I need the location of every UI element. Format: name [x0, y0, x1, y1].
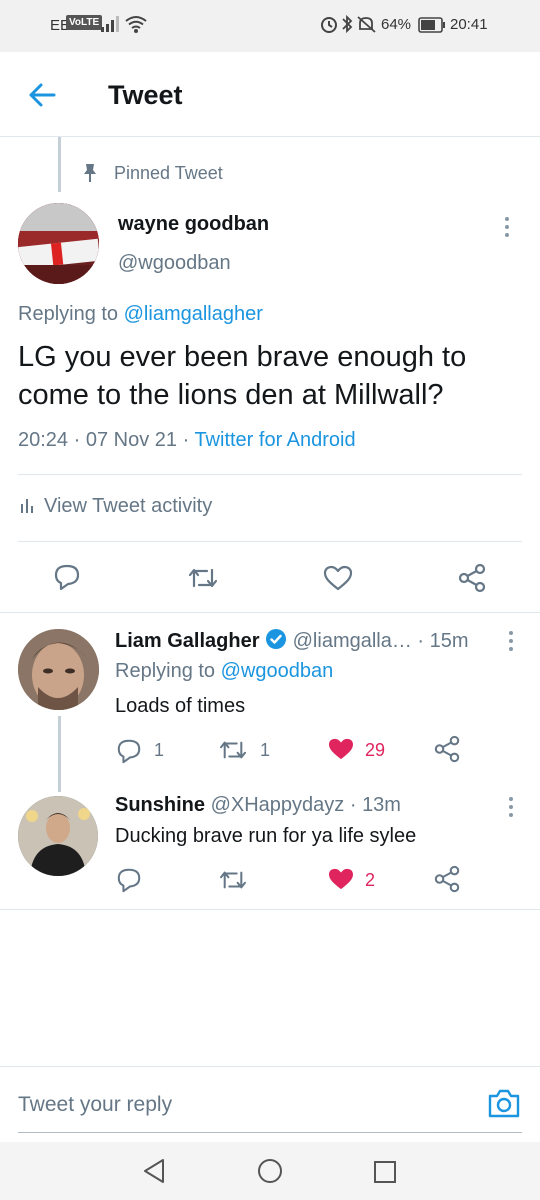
retweet-count: 1: [260, 740, 271, 760]
view-activity-button[interactable]: View Tweet activity: [20, 495, 212, 518]
avatar[interactable]: [18, 203, 99, 284]
reply-text: Ducking brave run for ya life sylee: [115, 825, 417, 847]
pinned-label: Pinned Tweet: [114, 163, 223, 183]
alarm-icon: [321, 17, 337, 33]
liked-heart-icon[interactable]: [327, 737, 355, 761]
share-icon[interactable]: [433, 865, 461, 893]
thread-line: [58, 716, 61, 792]
top-app-bar: Tweet: [0, 52, 540, 137]
more-options-icon[interactable]: [507, 796, 515, 818]
bluetooth-icon: [342, 14, 353, 34]
thread-line: [58, 137, 61, 192]
status-time: 20:41: [450, 16, 488, 33]
author-name[interactable]: wayne goodban: [118, 213, 269, 236]
retweet-icon[interactable]: [218, 738, 248, 762]
reply-icon[interactable]: [116, 867, 142, 893]
input-underline: [18, 1132, 522, 1133]
like-count: 29: [365, 740, 386, 760]
replying-to: Replying to @liamgallagher: [18, 303, 263, 326]
author-handle[interactable]: @wgoodban: [118, 252, 231, 275]
reply-age: 13m: [362, 794, 401, 816]
like-icon[interactable]: [323, 565, 353, 591]
pin-icon: [82, 163, 98, 183]
share-icon[interactable]: [433, 735, 461, 763]
reply-header: Sunshine @XHappydayz · 13m: [115, 794, 401, 816]
divider: [18, 474, 522, 475]
reply-author-handle[interactable]: @XHappydayz: [211, 794, 345, 816]
activity-label: View Tweet activity: [44, 495, 213, 517]
more-options-icon[interactable]: [507, 630, 515, 652]
tweet-source[interactable]: Twitter for Android: [194, 429, 355, 451]
divider: [0, 909, 540, 910]
tweet-meta: 20:24 · 07 Nov 21 · Twitter for Android: [18, 429, 356, 451]
divider: [0, 612, 540, 613]
volte-badge: VoLTE: [66, 15, 103, 30]
nav-recents-icon[interactable]: [373, 1160, 397, 1184]
like-count: 2: [365, 870, 376, 890]
mute-bell-icon: [357, 16, 376, 33]
verified-badge-icon: [265, 628, 287, 650]
nav-home-icon[interactable]: [257, 1158, 283, 1184]
reply-input[interactable]: Tweet your reply: [18, 1093, 172, 1117]
back-arrow-icon[interactable]: [28, 82, 56, 108]
battery-percent: 64%: [381, 16, 412, 33]
avatar[interactable]: [18, 796, 98, 876]
status-icons: [320, 14, 378, 34]
tweet-date: 07 Nov 21: [85, 429, 178, 451]
liked-heart-icon[interactable]: [327, 867, 355, 891]
replying-prefix: Replying to: [18, 303, 119, 325]
divider: [18, 541, 522, 542]
nav-back-icon[interactable]: [142, 1158, 166, 1184]
battery-icon: [418, 17, 446, 33]
wifi-icon: [124, 14, 148, 34]
signal-icon: [100, 15, 120, 33]
tweet-time: 20:24: [18, 429, 69, 451]
retweet-icon[interactable]: [218, 868, 248, 892]
reply-icon[interactable]: [116, 738, 142, 764]
reply-author-handle[interactable]: @liamgalla…: [293, 630, 412, 652]
reply-author-name[interactable]: Sunshine: [115, 794, 205, 816]
share-icon[interactable]: [457, 563, 487, 593]
replying-prefix: Replying to: [115, 660, 216, 682]
tweet-text: LG you ever been brave enough to come to…: [18, 341, 467, 411]
reply-author-name[interactable]: Liam Gallagher: [115, 630, 260, 652]
replying-to-link[interactable]: @liamgallagher: [124, 303, 263, 325]
reply-age: 15m: [429, 630, 469, 652]
system-nav-bar: [0, 1142, 540, 1200]
reply-count: 1: [154, 740, 165, 760]
reply-header: Liam Gallagher @liamgalla… · 15m: [115, 628, 469, 652]
status-bar: EE VoLTE 64% 20:41: [0, 0, 540, 52]
bar-chart-icon: [20, 496, 34, 514]
reply-text: Loads of times: [115, 695, 246, 717]
page-title: Tweet: [108, 80, 183, 110]
avatar[interactable]: [18, 629, 99, 710]
retweet-icon[interactable]: [187, 565, 219, 591]
reply-icon[interactable]: [53, 563, 81, 591]
more-options-icon[interactable]: [503, 216, 511, 238]
camera-icon[interactable]: [487, 1087, 521, 1119]
replying-to-link[interactable]: @wgoodban: [221, 660, 334, 682]
replying-to: Replying to @wgoodban: [115, 660, 333, 683]
